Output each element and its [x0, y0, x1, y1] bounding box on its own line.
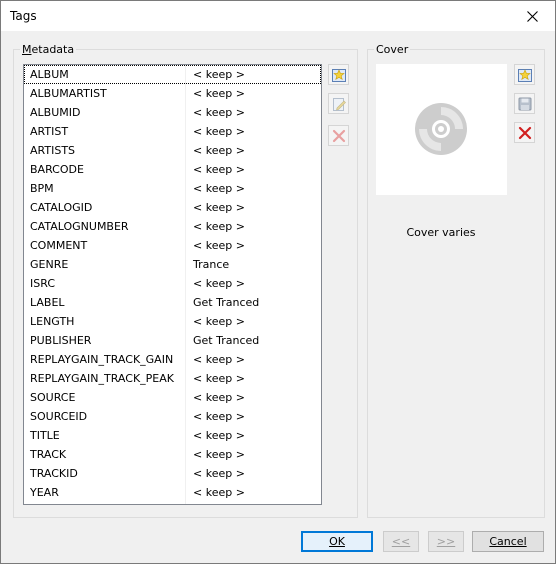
tag-key: ISRC: [30, 277, 56, 290]
tag-value[interactable]: < keep >: [193, 410, 245, 423]
close-button[interactable]: [509, 1, 555, 31]
delete-x-icon: [332, 129, 345, 142]
tag-value[interactable]: < keep >: [193, 239, 245, 252]
tag-key: ALBUMARTIST: [30, 87, 107, 100]
tag-list[interactable]: ALBUM < keep > ALBUMARTIST < keep > ALBUMID <…: [23, 64, 322, 505]
tag-key: SOURCE: [30, 391, 76, 404]
tag-row[interactable]: YEAR < keep >: [24, 483, 321, 502]
edit-note-icon: [332, 97, 346, 111]
cover-caption: Cover varies: [406, 226, 476, 239]
metadata-group: Metadata ALBUM < keep > ALBUMARTIST < keep …: [13, 43, 358, 518]
add-star-icon: [331, 68, 346, 82]
tag-row[interactable]: LENGTH < keep >: [24, 312, 321, 331]
save-disk-icon: [518, 97, 531, 110]
tag-value[interactable]: < keep >: [193, 87, 245, 100]
tag-key: BPM: [30, 182, 54, 195]
cancel-button[interactable]: Cancel: [472, 531, 544, 552]
tag-key: ARTIST: [30, 125, 69, 138]
tag-key: PUBLISHER: [30, 334, 92, 347]
tag-row[interactable]: SOURCEID < keep >: [24, 407, 321, 426]
tag-row[interactable]: ARTIST < keep >: [24, 122, 321, 141]
tag-key: ALBUM: [30, 68, 69, 81]
tag-key: SOURCEID: [30, 410, 88, 423]
tag-key: LABEL: [30, 296, 65, 309]
delete-tag-button[interactable]: [328, 125, 349, 146]
tag-key: COMMENT: [30, 239, 88, 252]
tag-value[interactable]: < keep >: [193, 391, 245, 404]
tag-key: TITLE: [30, 429, 60, 442]
tag-key: CATALOGID: [30, 201, 93, 214]
tag-key: REPLAYGAIN_TRACK_PEAK: [30, 372, 174, 385]
tag-row[interactable]: BPM < keep >: [24, 179, 321, 198]
tag-key: TRACK: [30, 448, 67, 461]
tag-key: GENRE: [30, 258, 69, 271]
tag-key: ALBUMID: [30, 106, 81, 119]
next-button[interactable]: >>: [428, 531, 464, 552]
tag-value[interactable]: < keep >: [193, 125, 245, 138]
add-star-icon: [517, 68, 532, 82]
tag-row[interactable]: ARTISTS < keep >: [24, 141, 321, 160]
tag-row[interactable]: ALBUMARTIST < keep >: [24, 84, 321, 103]
tag-key: BARCODE: [30, 163, 84, 176]
metadata-group-label: Metadata: [20, 43, 77, 56]
tag-value[interactable]: < keep >: [193, 315, 245, 328]
cover-image: [376, 64, 507, 195]
tag-row[interactable]: COMMENT < keep >: [24, 236, 321, 255]
cover-group: Cover Cover varies: [367, 43, 545, 518]
tag-value[interactable]: < keep >: [193, 372, 245, 385]
tag-value[interactable]: Get Tranced: [193, 296, 259, 309]
tag-row[interactable]: SOURCE < keep >: [24, 388, 321, 407]
tag-value[interactable]: Trance: [193, 258, 229, 271]
tag-row[interactable]: TRACKID < keep >: [24, 464, 321, 483]
tag-row[interactable]: PUBLISHER Get Tranced: [24, 331, 321, 350]
tag-row[interactable]: TITLE < keep >: [24, 426, 321, 445]
tag-value[interactable]: < keep >: [193, 429, 245, 442]
tag-row[interactable]: GENRE Trance: [24, 255, 321, 274]
delete-x-icon: [518, 126, 531, 139]
tag-key: LENGTH: [30, 315, 75, 328]
tag-key: ARTISTS: [30, 144, 76, 157]
ok-button[interactable]: OK: [301, 531, 373, 552]
tag-key: TRACKID: [30, 467, 78, 480]
tag-value[interactable]: < keep >: [193, 163, 245, 176]
edit-tag-button[interactable]: [328, 93, 349, 114]
tag-value[interactable]: < keep >: [193, 353, 245, 366]
tag-row[interactable]: REPLAYGAIN_TRACK_PEAK < keep >: [24, 369, 321, 388]
tag-value[interactable]: < keep >: [193, 467, 245, 480]
tag-row[interactable]: REPLAYGAIN_TRACK_GAIN < keep >: [24, 350, 321, 369]
tag-value[interactable]: Get Tranced: [193, 334, 259, 347]
tag-row[interactable]: CATALOGNUMBER < keep >: [24, 217, 321, 236]
tag-row[interactable]: LABEL Get Tranced: [24, 293, 321, 312]
tag-value[interactable]: < keep >: [193, 68, 245, 81]
previous-button[interactable]: <<: [383, 531, 419, 552]
tag-key: YEAR: [30, 486, 59, 499]
tag-value[interactable]: < keep >: [193, 486, 245, 499]
tags-dialog: Tags Metadata ALBUM < keep > ALBUMARTIST < …: [0, 0, 556, 564]
tag-row[interactable]: CATALOGID < keep >: [24, 198, 321, 217]
tag-value[interactable]: < keep >: [193, 182, 245, 195]
save-cover-button[interactable]: [514, 93, 535, 114]
tag-value[interactable]: < keep >: [193, 144, 245, 157]
delete-cover-button[interactable]: [514, 122, 535, 143]
add-cover-button[interactable]: [514, 64, 535, 85]
title-bar: Tags: [1, 1, 555, 31]
cover-group-label: Cover: [374, 43, 411, 56]
tag-key: CATALOGNUMBER: [30, 220, 129, 233]
tag-value[interactable]: < keep >: [193, 220, 245, 233]
tag-row[interactable]: ISRC < keep >: [24, 274, 321, 293]
tag-value[interactable]: < keep >: [193, 201, 245, 214]
tag-row[interactable]: TRACK < keep >: [24, 445, 321, 464]
window-title: Tags: [10, 9, 37, 23]
add-tag-button[interactable]: [328, 64, 349, 85]
tag-key: REPLAYGAIN_TRACK_GAIN: [30, 353, 174, 366]
tag-row[interactable]: ALBUMID < keep >: [24, 103, 321, 122]
tag-value[interactable]: < keep >: [193, 277, 245, 290]
tag-value[interactable]: < keep >: [193, 448, 245, 461]
tag-value[interactable]: < keep >: [193, 106, 245, 119]
tag-row[interactable]: ALBUM < keep >: [24, 65, 321, 84]
close-icon: [526, 10, 538, 22]
tag-row[interactable]: BARCODE < keep >: [24, 160, 321, 179]
cd-disc-icon: [415, 103, 467, 155]
